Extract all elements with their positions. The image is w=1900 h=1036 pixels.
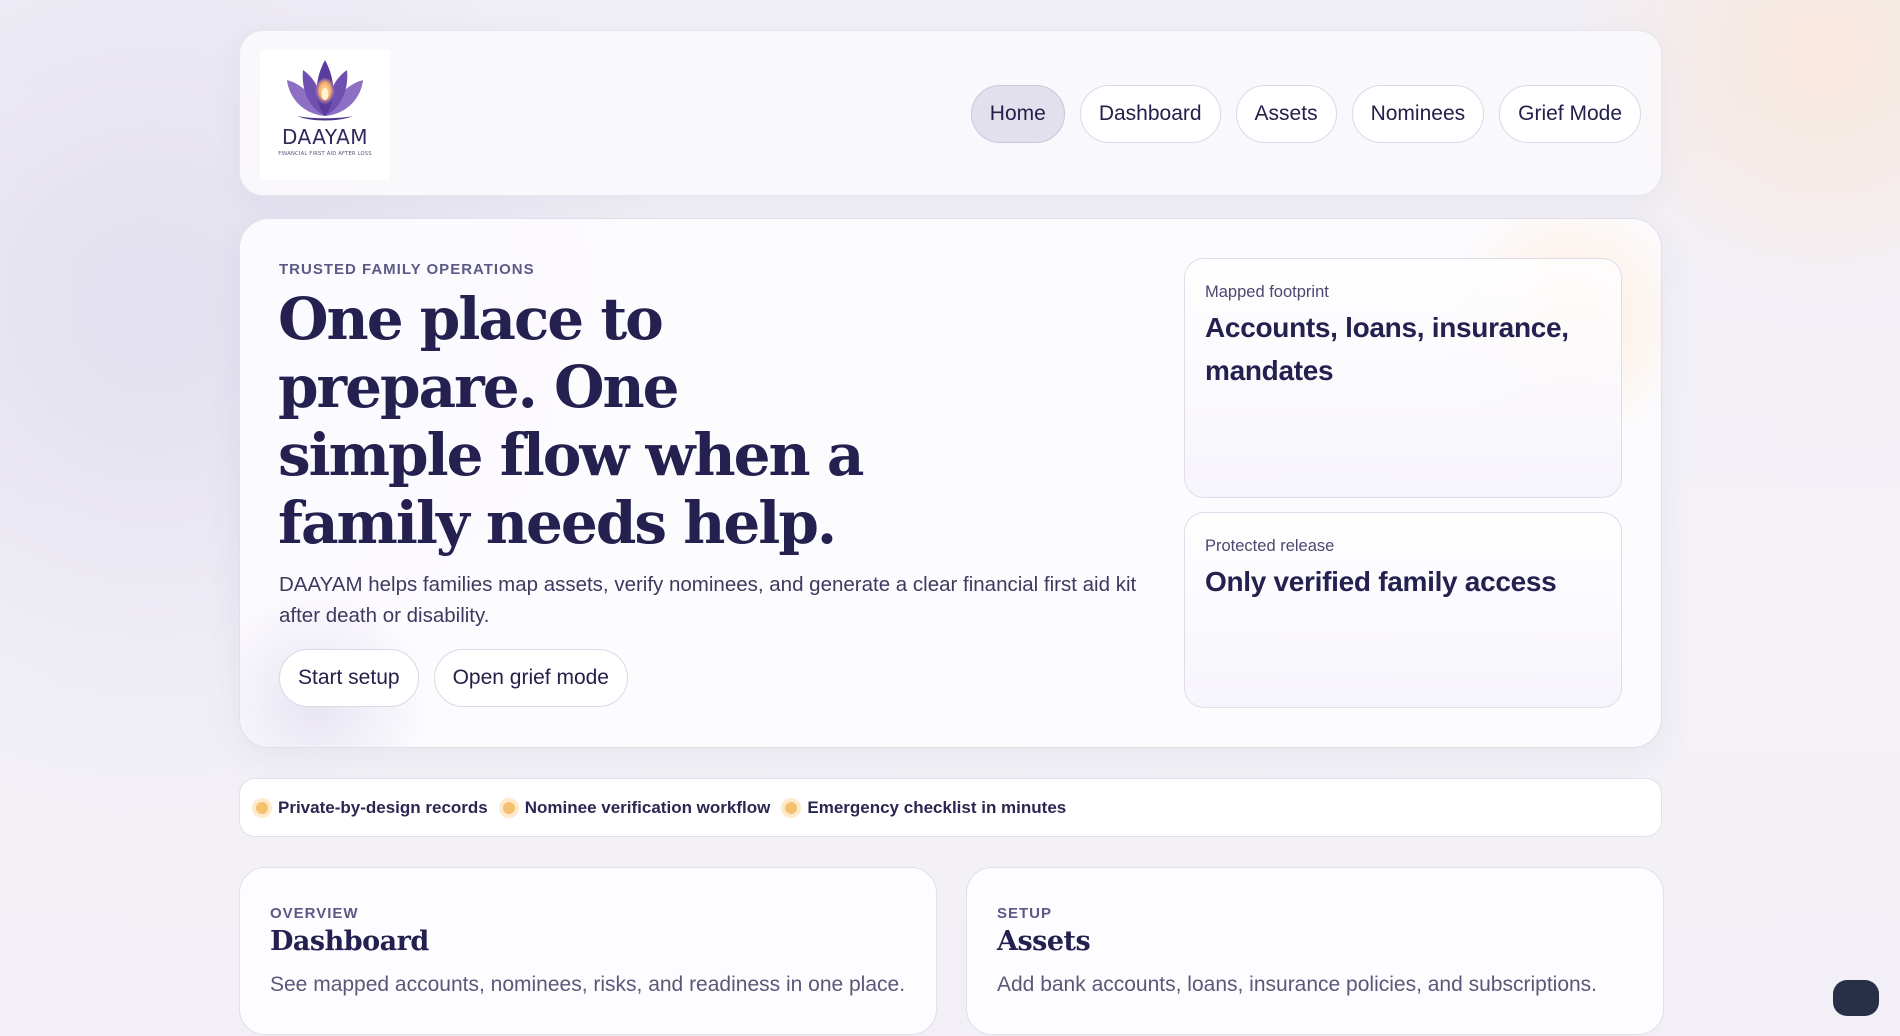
hero-headline: One place to prepare. One simple flow wh… (278, 285, 864, 557)
logo-wordmark: DAAYAM (281, 125, 369, 149)
card-label: Mapped footprint (1205, 283, 1329, 301)
nav-home[interactable]: Home (970, 85, 1065, 143)
feature-title: Assets (997, 926, 1091, 957)
card-title: Accounts, loans, insurance, mandates (1205, 312, 1569, 386)
mapped-footprint-card: Mapped footprint Accounts, loans, insura… (1184, 258, 1622, 498)
bullet-dot-icon (256, 801, 268, 814)
open-grief-mode-button[interactable]: Open grief mode (433, 649, 628, 707)
dashboard-feature-card[interactable]: OVERVIEW Dashboard See mapped accounts, … (239, 867, 937, 1035)
daayam-logo[interactable]: DAAYAM FINANCIAL FIRST AID AFTER LOSS (260, 50, 390, 180)
start-setup-button[interactable]: Start setup (279, 649, 419, 707)
highlight-item: Nominee verification workflow (502, 797, 771, 818)
feature-eyebrow: OVERVIEW (270, 905, 359, 922)
nav-nominees[interactable]: Nominees (1351, 85, 1485, 143)
highlight-item: Emergency checklist in minutes (785, 798, 1066, 818)
nav-dashboard[interactable]: Dashboard (1079, 85, 1221, 143)
hero-section: TRUSTED FAMILY OPERATIONS One place to p… (239, 218, 1662, 748)
main-nav: Home Dashboard Assets Nominees Grief Mod… (970, 85, 1641, 143)
chat-widget-button[interactable] (1833, 980, 1879, 1016)
feature-description: See mapped accounts, nominees, risks, an… (270, 973, 906, 996)
highlights-strip: Private-by-design records Nominee verifi… (239, 778, 1662, 837)
highlight-label: Nominee verification workflow (524, 797, 771, 817)
nav-grief-mode[interactable]: Grief Mode (1499, 85, 1641, 143)
hero-eyebrow: TRUSTED FAMILY OPERATIONS (279, 261, 535, 278)
highlight-label: Private-by-design records (278, 797, 488, 817)
bullet-dot-icon (785, 801, 798, 814)
site-header: DAAYAM FINANCIAL FIRST AID AFTER LOSS Ho… (239, 30, 1662, 196)
card-title: Only verified family access (1205, 566, 1557, 597)
assets-feature-card[interactable]: SETUP Assets Add bank accounts, loans, i… (966, 867, 1664, 1035)
feature-description: Add bank accounts, loans, insurance poli… (997, 973, 1598, 996)
lotus-icon (287, 60, 363, 121)
highlight-label: Emergency checklist in minutes (807, 797, 1067, 817)
nav-assets[interactable]: Assets (1235, 85, 1337, 143)
logo-tagline: FINANCIAL FIRST AID AFTER LOSS (278, 151, 372, 157)
highlight-item: Private-by-design records (256, 798, 488, 818)
hero-actions: Start setup Open grief mode (279, 649, 628, 707)
protected-release-card: Protected release Only verified family a… (1184, 512, 1622, 708)
feature-title: Dashboard (270, 926, 429, 957)
feature-eyebrow: SETUP (997, 905, 1053, 922)
card-label: Protected release (1205, 537, 1335, 555)
bullet-dot-icon (502, 801, 515, 814)
hero-subtitle: DAAYAM helps families map assets, verify… (279, 573, 1137, 627)
